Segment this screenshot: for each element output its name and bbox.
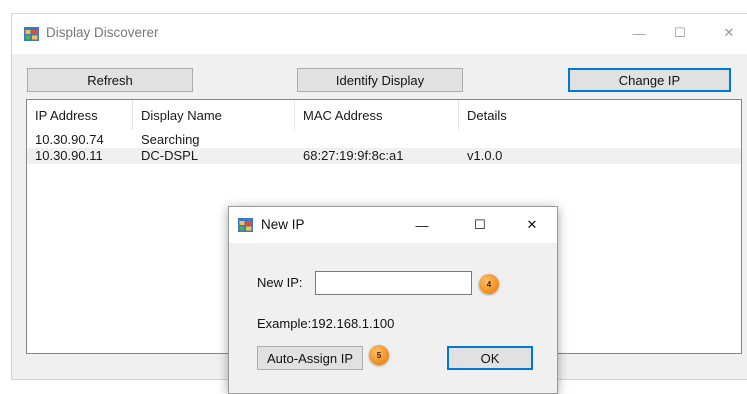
step-5-badge: 5 — [369, 345, 389, 365]
auto-assign-ip-button[interactable]: Auto-Assign IP — [257, 346, 363, 370]
column-header-mac[interactable]: MAC Address — [295, 100, 459, 130]
cell-display-name: DC-DSPL — [141, 148, 199, 163]
new-ip-input[interactable] — [315, 271, 472, 295]
ok-button[interactable]: OK — [447, 346, 533, 370]
close-button[interactable]: ✕ — [716, 22, 742, 44]
new-ip-dialog: New IP — ☐ ✕ New IP: 4 Example:192.168.1… — [228, 206, 558, 394]
column-header-ip[interactable]: IP Address — [27, 100, 133, 130]
example-text: Example:192.168.1.100 — [257, 316, 395, 331]
maximize-button[interactable]: ☐ — [667, 22, 693, 44]
step-4-badge: 4 — [479, 274, 499, 294]
new-ip-label: New IP: — [257, 275, 303, 290]
window-title: Display Discoverer — [46, 25, 159, 40]
dialog-close-button[interactable]: ✕ — [519, 213, 545, 237]
dialog-title-bar: New IP — ☐ ✕ — [229, 207, 557, 243]
table-row[interactable]: 10.30.90.74 Searching — [27, 132, 741, 148]
cell-display-name: Searching — [141, 132, 200, 147]
title-bar: Display Discoverer — ☐ ✕ — [12, 14, 747, 54]
change-ip-button[interactable]: Change IP — [568, 68, 731, 92]
dialog-title: New IP — [261, 217, 305, 232]
cell-details: v1.0.0 — [467, 148, 503, 163]
cell-ip: 10.30.90.11 — [35, 148, 103, 163]
column-header-display-name[interactable]: Display Name — [133, 100, 295, 130]
table-row[interactable]: 10.30.90.11 DC-DSPL 68:27:19:9f:8c:a1 v1… — [27, 148, 741, 164]
list-header: IP Address Display Name MAC Address Deta… — [27, 100, 741, 130]
app-window-icon — [238, 218, 253, 232]
column-header-details[interactable]: Details — [459, 100, 741, 130]
dialog-minimize-button[interactable]: — — [409, 213, 435, 237]
minimize-button[interactable]: — — [626, 22, 652, 44]
refresh-button[interactable]: Refresh — [27, 68, 193, 92]
cell-ip: 10.30.90.74 — [35, 132, 104, 147]
app-window-icon — [24, 27, 39, 41]
cell-mac: 68:27:19:9f:8c:a1 — [303, 148, 404, 163]
dialog-maximize-button[interactable]: ☐ — [467, 213, 493, 237]
identify-display-button[interactable]: Identify Display — [297, 68, 463, 92]
